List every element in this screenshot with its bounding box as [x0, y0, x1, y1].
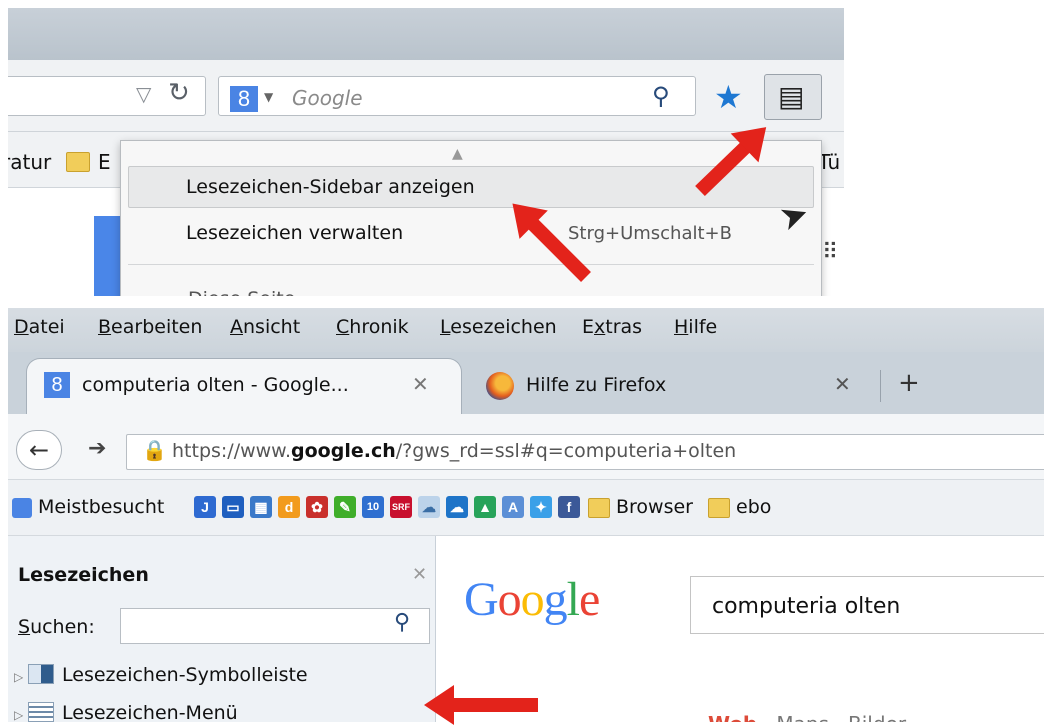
expand-icon[interactable]: ▷	[14, 708, 28, 722]
bookmark-feather-icon[interactable]: ✎	[334, 496, 356, 518]
expand-icon[interactable]: ▷	[14, 670, 28, 684]
bookmark-cloud-icon[interactable]: ☁	[418, 496, 440, 518]
apps-grid-icon[interactable]: ⠿	[822, 240, 838, 265]
bookmarks-list-icon: ▤	[778, 80, 805, 113]
firefox-icon	[486, 372, 514, 400]
menu-separator	[128, 264, 814, 265]
menu-item-show-sidebar-label: Lesezeichen-Sidebar anzeigen	[186, 176, 475, 198]
bookmark-flower-icon[interactable]: ✿	[306, 496, 328, 518]
menu-datei[interactable]: Datei	[14, 316, 65, 338]
bookmark-star-icon[interactable]: ★	[714, 78, 743, 116]
menu-hilfe[interactable]: Hilfe	[674, 316, 717, 338]
bookmark-folder-ebo[interactable]: ebo	[736, 496, 771, 518]
bookmark-folder-partial[interactable]: E	[98, 150, 111, 174]
sidebar-title: Lesezeichen	[18, 564, 149, 586]
bottom-screenshot: Datei Bearbeiten Ansicht Chronik Lesezei…	[8, 308, 1044, 722]
folder-icon	[708, 498, 730, 518]
reload-icon[interactable]: ↻	[168, 78, 190, 108]
bookmark-translate-icon[interactable]: A	[502, 496, 524, 518]
history-dropdown-icon[interactable]: ▽	[136, 82, 151, 106]
search-bar[interactable]	[218, 76, 696, 116]
search-engine-caret-icon[interactable]: ▼	[264, 90, 273, 104]
search-icon[interactable]: ⚲	[652, 82, 670, 110]
sidebar-search-input[interactable]	[120, 608, 430, 644]
forward-icon[interactable]: ➔	[88, 436, 106, 461]
folder-icon	[588, 498, 610, 518]
bookmark-j-icon[interactable]: J	[194, 496, 216, 518]
close-sidebar-icon[interactable]: ✕	[412, 564, 427, 585]
menu-item-manage-bookmarks[interactable]: Lesezeichen verwalten	[186, 222, 403, 244]
google-logo[interactable]: Google	[464, 572, 600, 627]
back-icon[interactable]: ←	[16, 430, 62, 470]
bookmark-most-visited[interactable]: Meistbesucht	[38, 496, 164, 518]
menu-chronik[interactable]: Chronik	[336, 316, 409, 338]
bookmark-screen-icon[interactable]: ▭	[222, 496, 244, 518]
tab-title: computeria olten - Google...	[82, 374, 349, 396]
tab-title[interactable]: Hilfe zu Firefox	[526, 374, 666, 396]
top-screenshot: ▽ ↻ 8 ▼ Google ⚲ ★ ▤ ratur E Tü ⠿ ▲ Lese…	[8, 8, 844, 296]
close-tab-icon[interactable]: ✕	[834, 372, 851, 396]
menu-bearbeiten[interactable]: Bearbeiten	[98, 316, 202, 338]
lock-icon[interactable]: 🔒	[142, 438, 167, 462]
bookmark-twitter-icon[interactable]: ✦	[530, 496, 552, 518]
bookmarks-menu-icon	[28, 702, 54, 722]
bookmark-10-icon[interactable]: 10	[362, 496, 384, 518]
search-icon[interactable]: ⚲	[394, 610, 410, 635]
url-text[interactable]: https://www.google.ch/?gws_rd=ssl#q=comp…	[172, 440, 736, 462]
scroll-up-icon: ▲	[452, 146, 463, 162]
google-8-icon: 8	[44, 372, 70, 398]
bookmark-drive-icon[interactable]: ▲	[474, 496, 496, 518]
menu-item-shortcut: Strg+Umschalt+B	[568, 223, 732, 244]
bookmark-d-icon[interactable]: d	[278, 496, 300, 518]
menu-item-partial[interactable]: Diese Seite ...	[188, 288, 320, 296]
search-engine-icon[interactable]: 8	[230, 86, 258, 112]
title-bar	[8, 8, 844, 60]
menu-lesezeichen[interactable]: Lesezeichen	[440, 316, 557, 338]
red-arrow-annotation	[446, 698, 538, 712]
bookmark-srf-icon[interactable]: SRF	[390, 496, 412, 518]
most-visited-icon	[12, 498, 32, 518]
bookmark-calendar-icon[interactable]: ▦	[250, 496, 272, 518]
tree-item-label: Lesezeichen-Menü	[62, 702, 238, 722]
close-tab-icon[interactable]: ✕	[412, 372, 429, 396]
bookmark-folder-browser[interactable]: Browser	[616, 496, 693, 518]
tab-separator	[880, 370, 881, 402]
menu-ansicht[interactable]: Ansicht	[230, 316, 300, 338]
google-search-query: computeria olten	[712, 594, 901, 619]
bookmark-item-partial[interactable]: ratur	[8, 150, 51, 174]
menu-extras[interactable]: Extras	[582, 316, 642, 338]
tree-item-label: Lesezeichen-Symbolleiste	[62, 664, 308, 686]
tree-item-toolbar[interactable]: ▷ Lesezeichen-Symbolleiste	[14, 664, 308, 686]
new-tab-icon[interactable]: +	[898, 368, 920, 398]
tree-item-menu[interactable]: ▷ Lesezeichen-Menü	[14, 702, 238, 722]
bookmark-facebook-icon[interactable]: f	[558, 496, 580, 518]
folder-icon	[66, 152, 90, 172]
bookmarks-toolbar-icon	[28, 664, 54, 684]
google-result-tabs[interactable]: Web Maps Bilder	[708, 712, 906, 722]
bookmark-onedrive-icon[interactable]: ☁	[446, 496, 468, 518]
sidebar-search-label: Suchen:	[18, 616, 95, 638]
search-placeholder: Google	[292, 86, 363, 110]
